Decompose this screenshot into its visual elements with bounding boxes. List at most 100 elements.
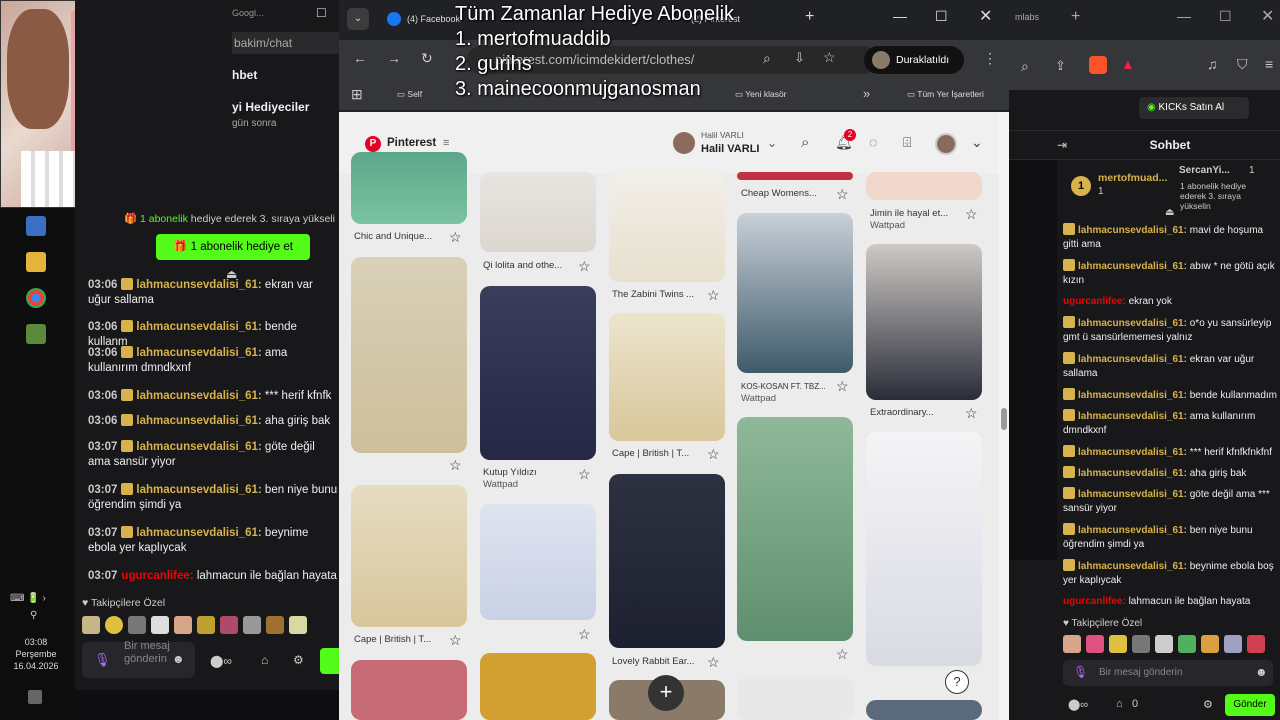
emote[interactable] [197,616,215,634]
star-icon[interactable]: ☆ [578,466,591,483]
points-icon[interactable]: ⬤∞ [1068,698,1088,711]
brave-icon[interactable] [1089,56,1107,74]
notification-icon[interactable] [28,690,42,704]
photo-app-icon[interactable] [26,324,46,344]
message-username[interactable]: lahmacunsevdalisi_61: [1078,447,1187,458]
message-username[interactable]: ugurcanlifee: [1063,296,1126,307]
maximize-button[interactable]: ☐ [1219,8,1232,25]
pin-caption[interactable]: Cape | British | T... [612,448,689,459]
pin-card[interactable] [351,152,467,224]
pin-caption[interactable]: Kutup Yıldızı [483,467,537,478]
tray-icons[interactable]: ⌨ 🔋 › [10,593,46,604]
right-tab[interactable]: mlabs [1015,12,1039,22]
emote[interactable] [1063,635,1081,653]
message-username[interactable]: lahmacunsevdalisi_61: [136,279,261,291]
apps-icon[interactable]: ⊞ [351,86,363,103]
emote[interactable] [243,616,261,634]
emote[interactable] [1178,635,1196,653]
zoom-icon[interactable]: ⌕ [763,50,771,67]
message-username[interactable]: lahmacunsevdalisi_61: [1078,318,1187,329]
tab-search-icon[interactable]: ⌄ [347,8,369,30]
star-icon[interactable]: ☆ [965,206,978,223]
search-icon[interactable]: ⌕ [801,134,809,151]
zoom-icon[interactable]: ⌕ [1021,58,1029,75]
pin-caption[interactable]: Lovely Rabbit Ear... [612,656,694,667]
settings-icon[interactable]: ⚙ [293,653,304,667]
store-icon[interactable]: ⌂ [261,653,268,667]
emote[interactable] [174,616,192,634]
pin-caption[interactable]: Extraordinary... [870,407,934,418]
star-icon[interactable]: ☆ [707,654,720,671]
pin-card[interactable] [737,172,853,180]
pin-card[interactable] [737,677,853,720]
pin-card[interactable] [866,432,982,666]
menu-icon[interactable]: ≡ [1265,56,1273,72]
music-icon[interactable]: ♫ [1207,56,1218,72]
minimize-button[interactable]: — [1177,8,1191,24]
extension-icon[interactable]: ▲ [1121,56,1135,72]
message-username[interactable]: lahmacunsevdalisi_61: [136,415,261,427]
star-icon[interactable]: ☆ [965,405,978,422]
emote[interactable] [1109,635,1127,653]
menu-icon[interactable]: ⋮ [983,50,997,67]
new-tab-button[interactable]: + [805,8,814,26]
pin-card[interactable] [737,417,853,641]
message-username[interactable]: lahmacunsevdalisi_61: [136,390,261,402]
emote[interactable] [266,616,284,634]
emote[interactable] [151,616,169,634]
message-username[interactable]: lahmacunsevdalisi_61: [1078,354,1187,365]
star-icon[interactable]: ☆ [836,186,849,203]
star-icon[interactable]: ☆ [707,287,720,304]
emote[interactable] [105,616,123,634]
network-icon[interactable]: ⚲ [30,610,37,621]
reload-icon[interactable]: ↻ [421,50,433,67]
minimize-button[interactable]: — [893,8,907,24]
scrollbar[interactable] [999,112,1009,720]
pin-card[interactable] [480,653,596,720]
left-message-input[interactable]: 🎙 Bir mesaj gönderin ☻ [82,640,195,678]
left-send-button[interactable] [320,648,340,674]
scrollbar-thumb[interactable] [1001,408,1007,430]
message-username[interactable]: lahmacunsevdalisi_61: [136,347,261,359]
pinterest-logo-text[interactable]: Pinterest [387,137,436,149]
star-icon[interactable]: ☆ [707,446,720,463]
hamburger-icon[interactable]: ≡ [443,137,449,149]
maximize-button[interactable]: ☐ [935,8,948,25]
star-icon[interactable]: ☆ [449,229,462,246]
points-icon[interactable]: ⬤∞ [210,654,232,668]
pin-caption[interactable]: Qi lolita and othe... [483,260,562,271]
star-icon[interactable]: ☆ [836,646,849,663]
tab-facebook[interactable]: (4) Facebook [385,6,460,32]
star-icon[interactable]: ☆ [449,632,462,649]
bookmark-new-folder[interactable]: ▭ Yeni klasör [735,89,787,100]
install-icon[interactable]: ⇩ [794,50,805,66]
back-icon[interactable]: ← [353,50,367,66]
star-icon[interactable]: ☆ [449,457,462,474]
left-window-tab[interactable]: Googl... [232,8,264,18]
pin-caption[interactable]: Cape | British | T... [354,634,431,645]
buy-kicks-button[interactable]: ◉ KICKs Satın Al [1139,97,1249,119]
pin-card[interactable] [480,504,596,620]
emote[interactable] [1086,635,1104,653]
emote[interactable] [220,616,238,634]
message-username[interactable]: lahmacunsevdalisi_61: [1078,261,1187,272]
avatar[interactable] [673,132,695,154]
bookmark-self[interactable]: ▭ Self [397,89,422,100]
profile-name[interactable]: Halil VARLI [701,143,759,155]
bookmark-all[interactable]: ▭ Tüm Yer İşaretleri [907,89,984,100]
forward-icon[interactable]: → [387,50,401,66]
pin-icon[interactable]: ⏏ [1165,207,1174,218]
messages-icon[interactable]: ◌ [869,134,877,150]
pin-card[interactable] [351,485,467,627]
gift-subscription-button[interactable]: 🎁 1 abonelik hediye et [156,234,310,260]
message-username[interactable]: lahmacunsevdalisi_61: [1078,489,1187,500]
avatar[interactable] [935,133,957,155]
message-username[interactable]: lahmacunsevdalisi_61: [1078,525,1187,536]
folder-icon[interactable] [26,252,46,272]
pin-caption[interactable]: Cheap Womens... [741,188,817,199]
pin-card[interactable] [480,172,596,252]
pin-caption[interactable]: Chic and Unique... [354,231,432,242]
message-username[interactable]: ugurcanlifee: [1063,596,1126,607]
help-button[interactable]: ? [945,670,969,694]
pin-caption[interactable]: The Zabini Twins ... [612,289,694,300]
